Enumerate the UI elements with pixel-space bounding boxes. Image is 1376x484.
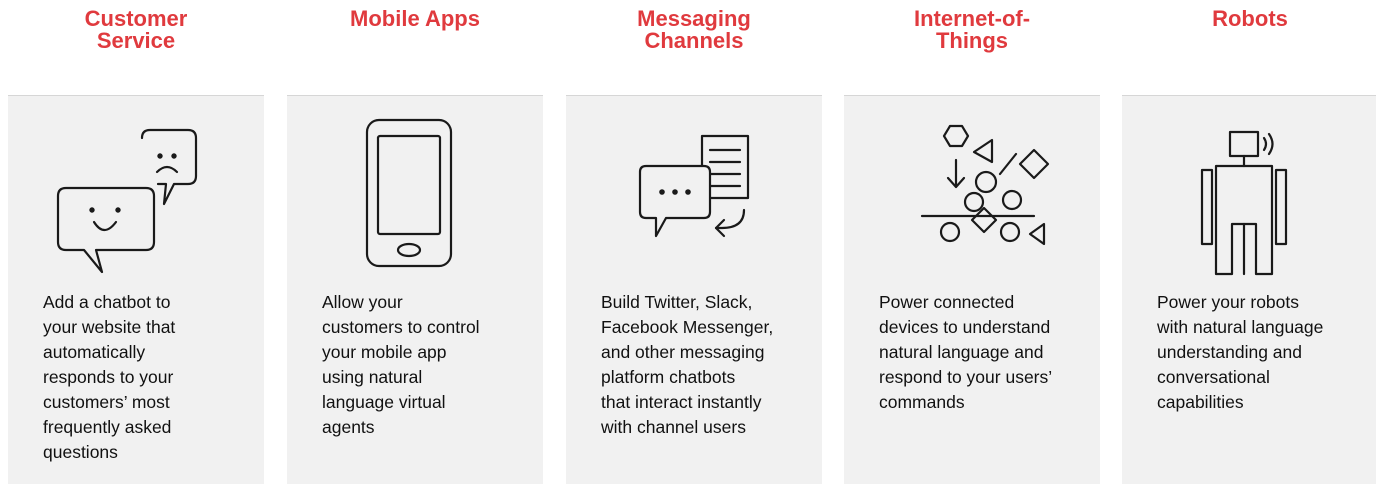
desc-line: commands (879, 392, 965, 412)
desc-line: conversational (1157, 367, 1270, 387)
desc-line: frequently asked (43, 417, 172, 437)
desc-line: questions (43, 442, 118, 462)
title-line: Messaging (637, 6, 751, 31)
smartphone-icon (315, 110, 515, 280)
title-line: Internet-of- (913, 6, 1031, 31)
column-description: Power your robots with natural language … (1157, 290, 1372, 415)
message-document-icon (594, 110, 794, 280)
iot-shapes-icon (872, 110, 1072, 280)
desc-line: using natural (322, 367, 423, 387)
column-description: Power connected devices to understand na… (879, 290, 1094, 415)
card: Add a chatbot to your website that autom… (8, 95, 264, 484)
column-title: Mobile Apps (287, 8, 543, 30)
robot-icon (1150, 110, 1350, 280)
card: Build Twitter, Slack, Facebook Messenger… (566, 95, 822, 484)
chat-bubbles-icon (36, 110, 236, 280)
desc-line: customers to control (322, 317, 480, 337)
desc-line: natural language and (879, 342, 1044, 362)
desc-line: platform chatbots (601, 367, 736, 387)
title-line: Service (96, 28, 176, 53)
card: Power your robots with natural language … (1122, 95, 1376, 484)
title-line: Customer (84, 6, 188, 31)
desc-line: Power connected (879, 292, 1015, 312)
title-line: Mobile Apps (350, 6, 480, 31)
desc-line: that interact instantly (601, 392, 762, 412)
column-description: Add a chatbot to your website that autom… (43, 290, 258, 465)
desc-line: and other messaging (601, 342, 765, 362)
column-title: Messaging Channels (566, 8, 822, 52)
desc-line: customers’ most (43, 392, 170, 412)
desc-line: Build Twitter, Slack, (601, 292, 753, 312)
desc-line: with natural language (1157, 317, 1324, 337)
desc-line: language virtual (322, 392, 446, 412)
desc-line: capabilities (1157, 392, 1244, 412)
column-description: Allow your customers to control your mob… (322, 290, 537, 440)
desc-line: your mobile app (322, 342, 447, 362)
column-description: Build Twitter, Slack, Facebook Messenger… (601, 290, 816, 440)
title-line: Robots (1212, 6, 1288, 31)
desc-line: Allow your (322, 292, 403, 312)
column-title: Robots (1122, 8, 1376, 30)
desc-line: automatically (43, 342, 146, 362)
column-title: Internet-of- Things (844, 8, 1100, 52)
card: Allow your customers to control your mob… (287, 95, 543, 484)
desc-line: your website that (43, 317, 176, 337)
title-line: Things (935, 28, 1009, 53)
desc-line: Power your robots (1157, 292, 1300, 312)
card: Power connected devices to understand na… (844, 95, 1100, 484)
title-line: Channels (644, 28, 744, 53)
desc-line: respond to your users’ (879, 367, 1053, 387)
desc-line: responds to your (43, 367, 174, 387)
desc-line: Add a chatbot to (43, 292, 171, 312)
desc-line: devices to understand (879, 317, 1051, 337)
desc-line: agents (322, 417, 375, 437)
desc-line: understanding and (1157, 342, 1302, 362)
column-title: Customer Service (8, 8, 264, 52)
desc-line: with channel users (601, 417, 746, 437)
desc-line: Facebook Messenger, (601, 317, 774, 337)
